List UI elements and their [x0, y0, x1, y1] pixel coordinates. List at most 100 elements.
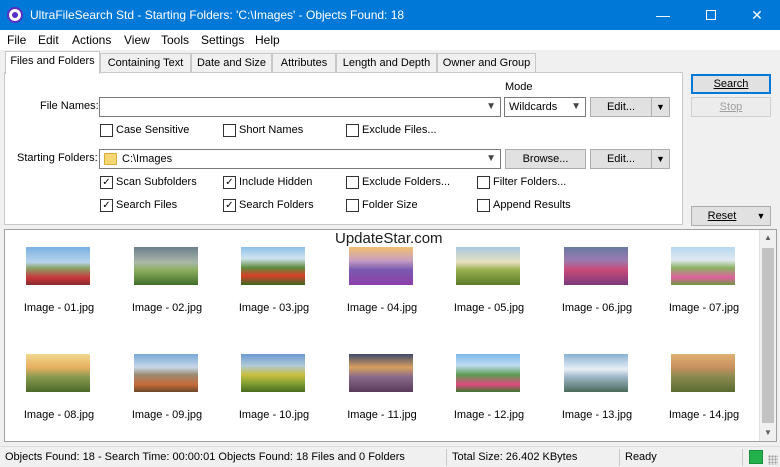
app-icon [7, 7, 23, 23]
menu-settings[interactable]: Settings [201, 33, 244, 47]
vertical-scrollbar[interactable]: ▲ ▼ [759, 230, 776, 441]
maximize-button[interactable] [688, 0, 734, 30]
status-separator [446, 449, 447, 466]
menu-actions[interactable]: Actions [72, 33, 111, 47]
result-filename: Image - 12.jpg [453, 409, 525, 421]
checkbox-label: Folder Size [362, 199, 418, 211]
menu-help[interactable]: Help [255, 33, 280, 47]
tab-length-and-depth[interactable]: Length and Depth [336, 53, 437, 73]
image-thumbnail [134, 354, 198, 392]
checkbox-label: Short Names [239, 124, 304, 136]
checkbox-box[interactable] [346, 199, 359, 212]
search-files-checkbox[interactable]: ✓ Search Files [100, 199, 210, 213]
image-thumbnail [134, 247, 198, 285]
results-view[interactable]: UpdateStar.com Image - 01.jpg Image - 02… [4, 229, 777, 442]
tab-date-and-size[interactable]: Date and Size [191, 53, 272, 73]
image-thumbnail [564, 354, 628, 392]
folder-size-checkbox[interactable]: Folder Size [346, 199, 446, 213]
starting-folders-combo[interactable]: C:\Images ▼ [99, 149, 501, 169]
result-filename: Image - 11.jpg [347, 409, 417, 421]
folder-icon [104, 153, 117, 165]
mode-value: Wildcards [509, 101, 558, 113]
filter-folders-checkbox[interactable]: Filter Folders... [477, 176, 577, 190]
image-thumbnail [26, 247, 90, 285]
resize-grip-icon[interactable] [768, 455, 778, 465]
checkbox-label: Append Results [493, 199, 571, 211]
checkbox-label: Exclude Folders... [362, 176, 451, 188]
checkbox-box[interactable] [477, 176, 490, 189]
status-separator [742, 449, 743, 466]
exclude-folders-checkbox[interactable]: Exclude Folders... [346, 176, 466, 190]
menu-view[interactable]: View [124, 33, 150, 47]
reset-button[interactable]: Reset ▼ [691, 206, 771, 226]
checkmark-icon[interactable]: ✓ [223, 199, 236, 212]
minimize-button[interactable]: — [640, 0, 686, 30]
dropdown-caret-icon[interactable]: ▼ [651, 150, 669, 168]
edit-folders-button[interactable]: Edit... ▼ [590, 149, 670, 169]
dropdown-caret-icon[interactable]: ▼ [752, 207, 770, 225]
maximize-icon [706, 10, 716, 20]
tab-containing-text[interactable]: Containing Text [100, 53, 191, 73]
scroll-down-icon[interactable]: ▼ [760, 425, 776, 441]
status-objects: Objects Found: 18 - Search Time: 00:00:0… [5, 451, 405, 463]
checkmark-icon[interactable]: ✓ [100, 199, 113, 212]
checkbox-box[interactable] [346, 176, 359, 189]
tab-owner-and-group[interactable]: Owner and Group [437, 53, 536, 73]
reset-label: Reset [707, 210, 737, 222]
result-filename: Image - 07.jpg [668, 302, 740, 314]
checkbox-label: Filter Folders... [493, 176, 567, 188]
include-hidden-checkbox[interactable]: ✓ Include Hidden [223, 176, 323, 190]
tab-files-and-folders[interactable]: Files and Folders [5, 51, 100, 74]
menu-edit[interactable]: Edit [38, 33, 59, 47]
append-results-checkbox[interactable]: Append Results [477, 199, 577, 213]
file-names-combo[interactable]: ▼ [99, 97, 501, 117]
chevron-down-icon[interactable]: ▼ [571, 101, 581, 112]
dropdown-caret-icon[interactable]: ▼ [651, 98, 669, 116]
checkbox-box[interactable] [477, 199, 490, 212]
menu-bar: File Edit Actions View Tools Settings He… [0, 30, 780, 50]
menu-tools[interactable]: Tools [161, 33, 189, 47]
result-filename: Image - 13.jpg [561, 409, 633, 421]
short-names-checkbox[interactable]: Short Names [223, 124, 323, 138]
browse-button[interactable]: Browse... [505, 149, 586, 169]
image-thumbnail [671, 354, 735, 392]
search-button[interactable]: Search [691, 74, 771, 94]
watermark: UpdateStar.com [335, 230, 443, 247]
stop-button[interactable]: Stop [691, 97, 771, 117]
starting-folders-label: Starting Folders: [17, 152, 98, 164]
tab-attributes[interactable]: Attributes [272, 53, 336, 73]
search-folders-checkbox[interactable]: ✓ Search Folders [223, 199, 323, 213]
exclude-files-checkbox[interactable]: Exclude Files... [346, 124, 456, 138]
mode-select[interactable]: Wildcards ▼ [504, 97, 586, 117]
edit-file-names-button[interactable]: Edit... ▼ [590, 97, 670, 117]
status-total-size: Total Size: 26.402 KBytes [452, 451, 578, 463]
image-thumbnail [241, 247, 305, 285]
checkbox-box[interactable] [100, 124, 113, 137]
checkbox-box[interactable] [223, 124, 236, 137]
result-filename: Image - 03.jpg [238, 302, 310, 314]
scan-subfolders-checkbox[interactable]: ✓ Scan Subfolders [100, 176, 210, 190]
scroll-up-icon[interactable]: ▲ [760, 230, 776, 246]
checkmark-icon[interactable]: ✓ [223, 176, 236, 189]
image-thumbnail [241, 354, 305, 392]
checkbox-label: Case Sensitive [116, 124, 190, 136]
result-filename: Image - 04.jpg [346, 302, 418, 314]
chevron-down-icon[interactable]: ▼ [486, 101, 496, 112]
close-button[interactable]: ✕ [734, 0, 780, 30]
status-separator [619, 449, 620, 466]
case-sensitive-checkbox[interactable]: Case Sensitive [100, 124, 210, 138]
result-filename: Image - 14.jpg [668, 409, 740, 421]
checkmark-icon[interactable]: ✓ [100, 176, 113, 189]
chevron-down-icon[interactable]: ▼ [486, 153, 496, 164]
image-thumbnail [456, 354, 520, 392]
image-thumbnail [26, 354, 90, 392]
status-state: Ready [625, 451, 657, 463]
result-filename: Image - 06.jpg [561, 302, 633, 314]
file-names-label: File Names: [40, 100, 99, 112]
checkbox-box[interactable] [346, 124, 359, 137]
scroll-thumb[interactable] [762, 248, 774, 423]
title-bar[interactable]: UltraFileSearch Std - Starting Folders: … [0, 0, 780, 30]
menu-file[interactable]: File [7, 33, 26, 47]
result-filename: Image - 01.jpg [23, 302, 95, 314]
status-bar: Objects Found: 18 - Search Time: 00:00:0… [0, 446, 780, 467]
